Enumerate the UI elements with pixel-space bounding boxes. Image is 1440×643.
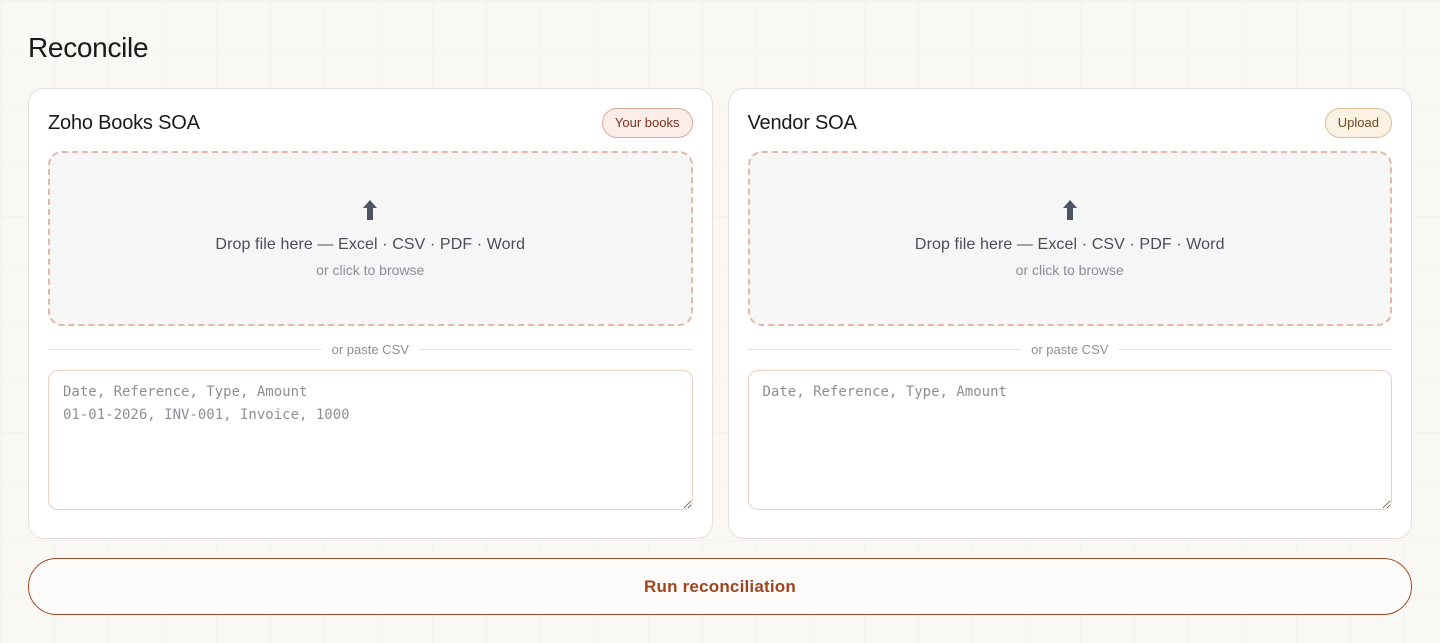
books-drop-text: Drop file here — Excel · CSV · PDF · Wor… (215, 235, 526, 253)
divider-line (747, 349, 1022, 350)
vendor-dropzone[interactable]: Drop file here — Excel · CSV · PDF · Wor… (747, 151, 1392, 326)
page-title: Reconcile (28, 32, 149, 63)
vendor-soa-panel: Vendor SOA Upload Drop file here — Excel… (727, 88, 1412, 539)
books-panel-title: Zoho Books SOA (48, 111, 200, 134)
vendor-panel-title: Vendor SOA (747, 111, 857, 134)
run-reconciliation-button[interactable]: Run reconciliation (28, 558, 1412, 615)
books-dropzone[interactable]: Drop file here — Excel · CSV · PDF · Wor… (48, 151, 693, 326)
books-badge: Your books (601, 108, 693, 138)
vendor-drop-text: Drop file here — Excel · CSV · PDF · Wor… (914, 235, 1225, 253)
books-browse-text: or click to browse (316, 261, 425, 278)
upload-arrow-icon (363, 199, 378, 220)
books-panel-header: Zoho Books SOA Your books (48, 108, 693, 138)
books-csv-input[interactable] (48, 370, 693, 510)
books-soa-panel: Zoho Books SOA Your books Drop file here… (28, 88, 713, 539)
divider-line (1118, 349, 1393, 350)
divider-line (418, 349, 693, 350)
vendor-panel-header: Vendor SOA Upload (747, 108, 1392, 138)
books-divider-label: or paste CSV (331, 342, 409, 357)
vendor-badge: Upload (1324, 108, 1392, 138)
vendor-browse-text: or click to browse (1015, 261, 1124, 278)
soa-panels: Zoho Books SOA Your books Drop file here… (28, 88, 1412, 539)
vendor-csv-input[interactable] (747, 370, 1392, 510)
upload-arrow-icon (1062, 199, 1077, 220)
vendor-divider: or paste CSV (747, 342, 1393, 357)
vendor-divider-label: or paste CSV (1031, 342, 1109, 357)
divider-line (48, 349, 322, 350)
books-divider: or paste CSV (48, 342, 693, 357)
